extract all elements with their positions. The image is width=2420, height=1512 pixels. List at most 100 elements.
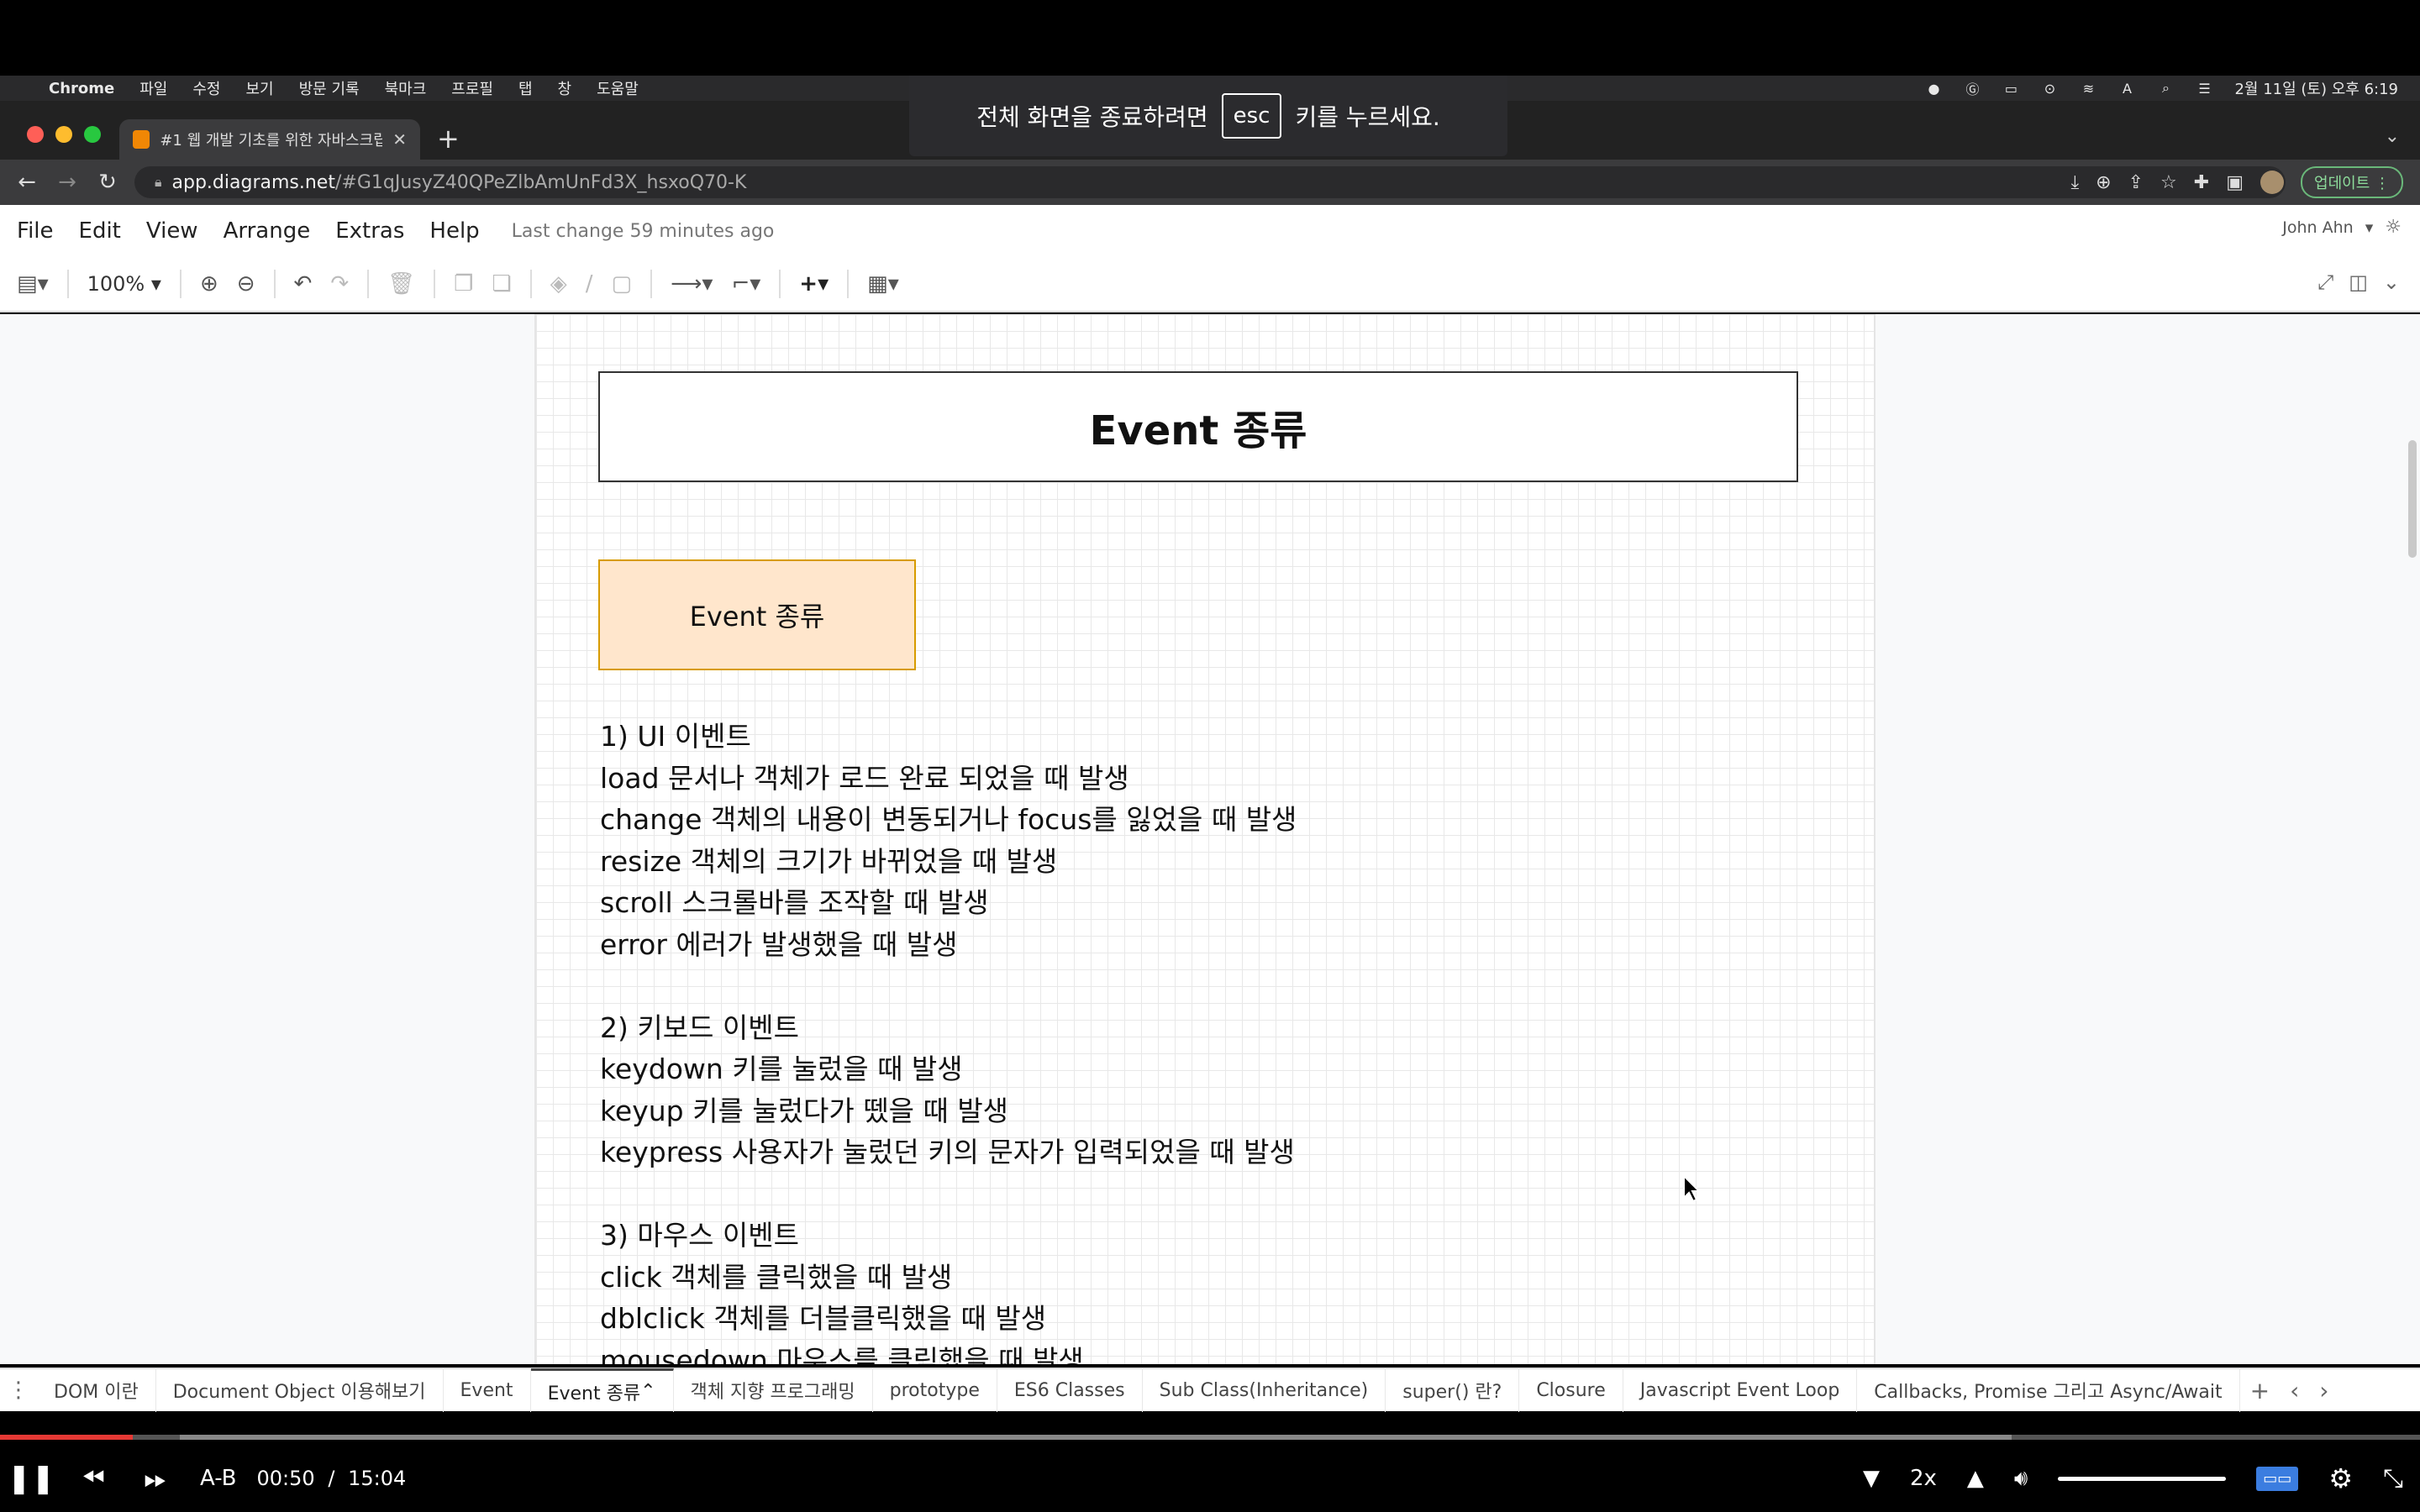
event-type-shape[interactable]: Event 종류 [598, 559, 916, 670]
menu-extras[interactable]: Extras [335, 218, 404, 244]
fill-color-icon[interactable]: ◈ [550, 271, 567, 297]
ab-repeat-button[interactable]: A-B [200, 1466, 237, 1491]
mac-menu-item[interactable]: 수정 [192, 77, 220, 99]
page-tab[interactable]: DOM 이란 [37, 1368, 156, 1412]
profile-avatar[interactable] [2260, 171, 2285, 194]
zoom-select[interactable]: 100% ▾ [87, 272, 161, 296]
mac-menu-item[interactable]: 도움말 [597, 77, 639, 99]
theme-sun-icon[interactable]: ☼ [2385, 217, 2402, 238]
to-front-icon[interactable]: ❐ [454, 271, 473, 297]
address-bar[interactable]: 🔒︎ app.diagrams.net/#G1qJusyZ40QPeZlbAmU… [134, 166, 2286, 198]
menu-view[interactable]: View [146, 218, 198, 244]
minimize-window-button[interactable] [55, 126, 72, 143]
delete-icon[interactable]: 🗑︎ [387, 271, 415, 297]
update-button[interactable]: 업데이트 ⋮ [2301, 166, 2403, 198]
control-center-icon[interactable]: ☰ [2196, 80, 2212, 97]
reload-icon[interactable]: ↻ [87, 170, 128, 195]
scroll-right-icon[interactable]: › [2309, 1377, 2338, 1404]
format-toggle-icon[interactable]: ◫ [2349, 270, 2368, 294]
zoom-in-icon[interactable]: ⊕ [200, 271, 218, 297]
drawio-user[interactable]: John Ahn ▾ ☼ [2282, 217, 2402, 238]
page-tab[interactable]: Closure [1519, 1368, 1623, 1412]
playback-speed[interactable]: 2x [1910, 1466, 1937, 1491]
page-tab[interactable]: Document Object 이용해보기 [156, 1368, 444, 1412]
page-tab[interactable]: Event [444, 1368, 531, 1412]
page-tab[interactable]: prototype [873, 1368, 997, 1412]
grammarly-icon[interactable]: Ⓖ [1964, 80, 1981, 97]
to-back-icon[interactable]: ❏ [492, 271, 511, 297]
browser-tab[interactable]: #1 웹 개발 기초를 위한 자바스크립트 ✕ [119, 119, 420, 160]
line-color-icon[interactable]: ∕ [586, 271, 593, 297]
lock-icon[interactable]: 🔒︎ [155, 174, 162, 191]
battery-icon[interactable]: ▭ [2002, 80, 2019, 97]
mac-clock[interactable]: 2월 11일 (토) 오후 6:19 [2234, 77, 2398, 99]
close-window-button[interactable] [27, 126, 44, 143]
spotlight-search-icon[interactable]: ⌕ [2157, 80, 2174, 97]
install-app-icon[interactable]: ⤓ [2070, 172, 2079, 193]
connection-arrow-icon[interactable]: ⟶▾ [671, 271, 713, 297]
menu-file[interactable]: File [17, 218, 54, 244]
zoom-icon[interactable]: ⊕ [2096, 172, 2111, 193]
table-icon[interactable]: ▦▾ [867, 271, 899, 297]
volume-icon[interactable]: 🔊︎ [2014, 1466, 2028, 1492]
menu-help[interactable]: Help [429, 218, 479, 244]
mac-menu-item[interactable]: 파일 [139, 77, 167, 99]
mac-app-name[interactable]: Chrome [49, 80, 114, 97]
mac-menu-item[interactable]: 보기 [245, 77, 273, 99]
mac-menu-item[interactable]: 프로필 [451, 77, 493, 99]
fast-forward-icon[interactable]: ⏩︎ [124, 1462, 187, 1495]
page-tab[interactable]: Callbacks, Promise 그리고 Async/Await [1857, 1368, 2240, 1412]
diagram-title-shape[interactable]: Event 종류 [598, 371, 1798, 482]
page-tab[interactable]: Sub Class(Inheritance) [1143, 1368, 1386, 1412]
close-tab-icon[interactable]: ✕ [392, 129, 407, 150]
mac-menu-item[interactable]: 방문 기록 [299, 77, 360, 99]
menu-arrange[interactable]: Arrange [224, 218, 311, 244]
fullscreen-icon[interactable]: ⤢ [2317, 270, 2333, 294]
exit-fullscreen-icon[interactable]: ⤡ [2383, 1464, 2403, 1494]
mac-menu-item[interactable]: 북마크 [385, 77, 427, 99]
settings-gear-icon[interactable]: ⚙︎ [2328, 1462, 2353, 1494]
tab-options-chevron-icon[interactable]: ⌃ [640, 1381, 655, 1402]
page-tab[interactable]: Event 종류 ⌃ [530, 1368, 674, 1412]
redo-icon[interactable]: ↷ [330, 271, 349, 297]
page-tab[interactable]: super() 란? [1386, 1368, 1520, 1412]
event-list-text-shape[interactable]: 1) UI 이벤트 load 문서나 객체가 로드 완료 되었을 때 발생 chan… [600, 716, 1440, 1364]
input-source-icon[interactable]: A [2118, 80, 2135, 97]
waypoints-icon[interactable]: ⌐▾ [731, 271, 760, 297]
page-tab[interactable]: ES6 Classes [997, 1368, 1143, 1412]
forward-arrow-icon[interactable]: → [47, 170, 87, 195]
pause-icon[interactable]: ❚❚ [0, 1462, 62, 1495]
scroll-left-icon[interactable]: ‹ [2280, 1377, 2309, 1404]
zoom-window-button[interactable] [84, 126, 101, 143]
page-tab[interactable]: 객체 지향 프로그래밍 [674, 1368, 873, 1412]
undo-icon[interactable]: ↶ [294, 271, 313, 297]
vertical-scrollbar[interactable] [2408, 440, 2417, 558]
record-icon[interactable]: ● [1925, 80, 1942, 97]
rewind-icon[interactable]: ⏪︎ [62, 1462, 124, 1495]
collapse-chevrons-icon[interactable]: ⌄ [2383, 270, 2400, 294]
speed-up-icon[interactable]: ▲ [1967, 1466, 1984, 1491]
wifi-icon[interactable]: ≋ [2080, 80, 2096, 97]
menu-edit[interactable]: Edit [79, 218, 121, 244]
share-icon[interactable]: ⇪ [2128, 172, 2144, 193]
volume-slider[interactable] [2058, 1476, 2227, 1481]
zoom-out-icon[interactable]: ⊖ [237, 271, 255, 297]
new-tab-button[interactable]: + [437, 123, 460, 155]
back-arrow-icon[interactable]: ← [7, 170, 47, 195]
side-panel-icon[interactable]: ▣ [2226, 172, 2244, 193]
mac-menu-item[interactable]: 창 [558, 77, 572, 99]
diagram-canvas[interactable]: Event 종류 Event 종류 1) UI 이벤트 load 문서나 객체가 … [0, 314, 2420, 1364]
mac-menu-item[interactable]: 탭 [518, 77, 533, 99]
subtitles-icon[interactable]: ▭▭ [2256, 1466, 2299, 1491]
speed-down-icon[interactable]: ▼ [1863, 1466, 1880, 1491]
insert-plus-icon[interactable]: +▾ [799, 271, 829, 297]
last-change-status[interactable]: Last change 59 minutes ago [512, 221, 775, 242]
play-circle-icon[interactable]: ⊙ [2041, 80, 2058, 97]
tab-search-chevron-icon[interactable]: ⌄ [2385, 126, 2400, 147]
page-tab[interactable]: Javascript Event Loop [1623, 1368, 1858, 1412]
add-page-icon[interactable]: + [2240, 1377, 2280, 1404]
diagram-page[interactable]: Event 종류 Event 종류 1) UI 이벤트 load 문서나 객체가 … [534, 314, 1876, 1364]
video-progress-bar[interactable] [0, 1435, 2420, 1440]
format-panel-icon[interactable]: ▤▾ [17, 271, 49, 297]
extensions-puzzle-icon[interactable]: ✚ [2194, 172, 2209, 193]
